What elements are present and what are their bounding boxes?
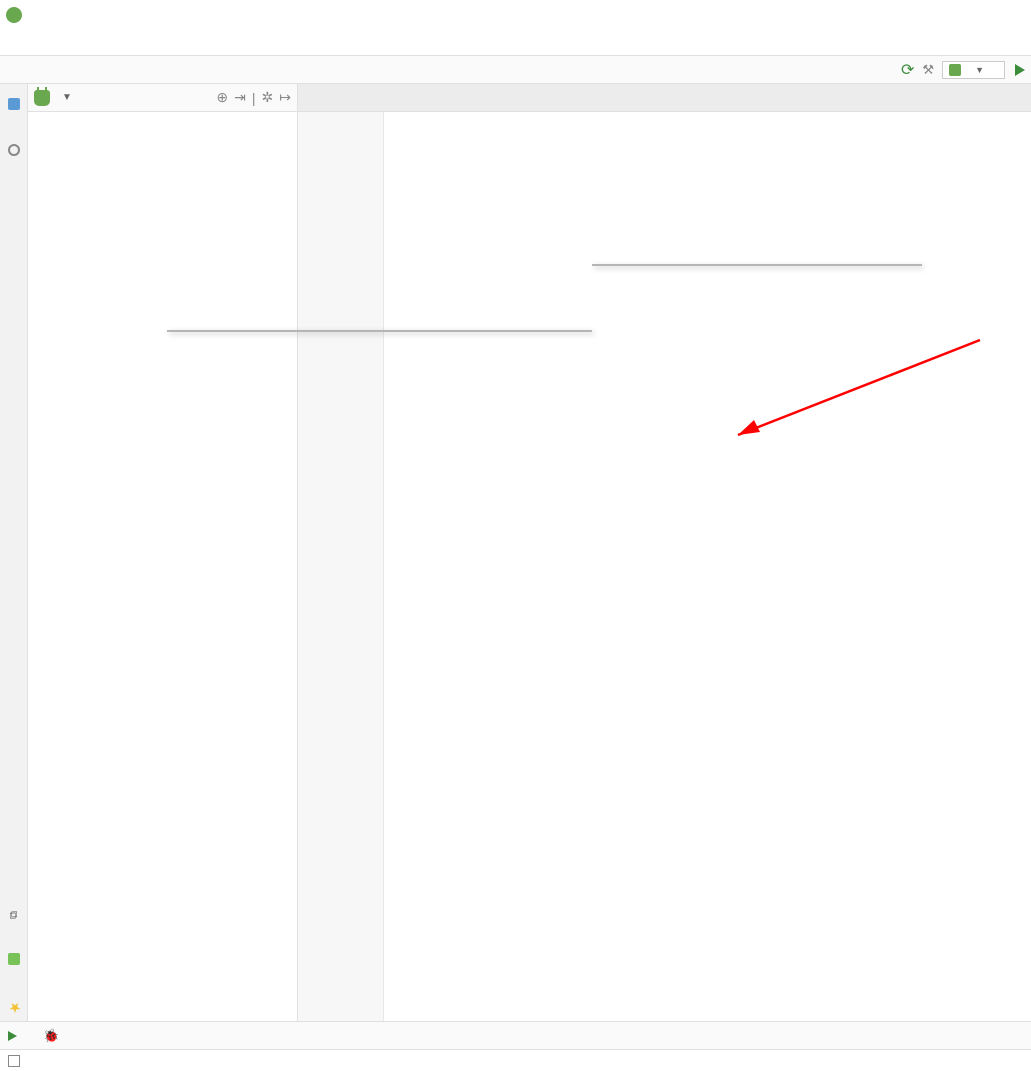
editor-area	[298, 84, 1031, 1021]
tool-structure[interactable]: ⧉	[8, 901, 20, 925]
project-tool-window: ▼ ⊕ ⇥ | ✲ ↦	[28, 84, 298, 1021]
gear-icon[interactable]: ✲	[262, 89, 274, 106]
run-icon[interactable]	[8, 1031, 17, 1041]
new-submenu[interactable]	[592, 264, 922, 266]
context-menu[interactable]	[167, 330, 592, 332]
editor[interactable]	[298, 112, 1031, 1021]
tool-build-variants[interactable]	[8, 943, 20, 971]
gutter	[298, 112, 384, 1021]
editor-tabs	[298, 84, 1031, 112]
debug-icon[interactable]: 🐞	[43, 1028, 59, 1044]
tool-project[interactable]	[8, 88, 20, 116]
sync-icon[interactable]: ⟳	[901, 60, 914, 80]
divider: |	[252, 90, 256, 106]
status-bar: 🐞	[0, 1021, 1031, 1049]
android-icon	[34, 90, 50, 106]
app-icon	[6, 7, 22, 23]
run-button[interactable]	[1015, 64, 1025, 76]
project-tree[interactable]	[28, 112, 297, 1021]
project-view-header: ▼ ⊕ ⇥ | ✲ ↦	[28, 84, 297, 112]
code-content[interactable]	[384, 112, 1031, 1021]
chevron-down-icon[interactable]: ▼	[62, 92, 72, 103]
titlebar	[0, 0, 1031, 30]
navigation-bar: ⟳ ⚒ ▼	[0, 56, 1031, 84]
module-icon	[949, 64, 961, 76]
tool-favorites[interactable]: ★	[6, 989, 22, 1021]
run-config-selector[interactable]: ▼	[942, 61, 1005, 79]
build-bar	[0, 1049, 1031, 1071]
menubar	[0, 30, 1031, 56]
tool-window-bar-left: ⧉ ★	[0, 84, 28, 1021]
tool-captures[interactable]	[8, 134, 20, 162]
collapse-icon[interactable]: ⇥	[234, 89, 246, 106]
add-icon[interactable]: ⊕	[216, 89, 228, 106]
hammer-icon[interactable]: ⚒	[922, 62, 934, 78]
hide-icon[interactable]: ↦	[279, 89, 291, 106]
